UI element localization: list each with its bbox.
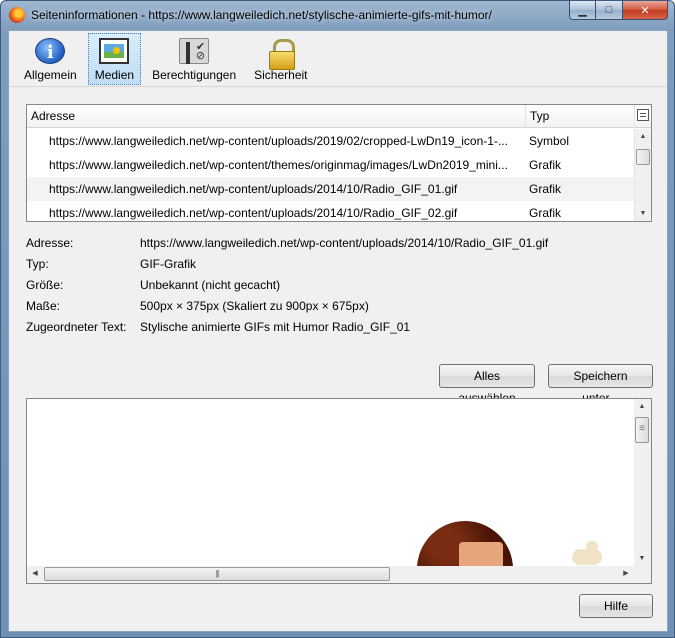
row-type: Symbol	[529, 134, 570, 148]
save-as-button[interactable]: Speichern unter...	[548, 364, 653, 405]
window-title: Seiteninformationen - https://www.langwe…	[31, 8, 492, 22]
scroll-up-icon[interactable]: ▲	[635, 129, 651, 145]
lock-icon	[266, 38, 296, 70]
scroll-right-icon[interactable]: ▶	[618, 566, 634, 582]
preview-bone-shape	[572, 541, 602, 565]
row-type: Grafik	[529, 206, 562, 220]
media-preview[interactable]: ▲ ▼ ◀ ▶	[26, 398, 652, 584]
permissions-icon	[179, 38, 210, 64]
detail-label: Typ:	[26, 257, 49, 271]
minimize-icon: ▁	[578, 4, 587, 17]
detail-label: Größe:	[26, 278, 64, 292]
table-row[interactable]: https://www.langweiledich.net/wp-content…	[27, 153, 635, 177]
row-type: Grafik	[529, 158, 562, 172]
firefox-icon	[9, 7, 25, 23]
column-header-type[interactable]: Typ	[526, 105, 635, 128]
detail-value: Unbekannt (nicht gecacht)	[140, 278, 281, 292]
tab-label: Medien	[94, 68, 135, 82]
media-icon	[99, 38, 130, 64]
detail-value: GIF-Grafik	[140, 257, 196, 271]
detail-label: Maße:	[26, 299, 61, 313]
minimize-button[interactable]: ▁	[569, 1, 596, 20]
scroll-thumb[interactable]	[44, 567, 390, 581]
scroll-thumb[interactable]	[636, 149, 650, 165]
tab-label: Berechtigungen	[152, 68, 237, 82]
row-address: https://www.langweiledich.net/wp-content…	[49, 134, 508, 148]
media-list[interactable]: Adresse Typ https://www.langweiledich.ne…	[26, 104, 652, 222]
preview-vertical-scrollbar[interactable]: ▲ ▼	[634, 399, 651, 567]
select-all-button[interactable]: Alles auswählen	[439, 364, 535, 405]
scroll-left-icon[interactable]: ◀	[27, 566, 43, 582]
close-button[interactable]: ✕	[623, 1, 668, 20]
maximize-icon: □	[605, 4, 613, 16]
window-controls: ▁ □ ✕	[569, 1, 668, 20]
table-row[interactable]: https://www.langweiledich.net/wp-content…	[27, 201, 635, 221]
close-icon: ✕	[640, 4, 650, 17]
tab-label: Sicherheit	[254, 68, 308, 82]
slider-bar	[186, 42, 191, 64]
row-address: https://www.langweiledich.net/wp-content…	[49, 158, 508, 172]
row-address: https://www.langweiledich.net/wp-content…	[49, 182, 458, 196]
tab-label: Allgemein	[24, 68, 77, 82]
tab-berechtigungen[interactable]: Berechtigungen	[145, 33, 243, 85]
detail-row-address: Adresse: https://www.langweiledich.net/w…	[26, 234, 652, 255]
detail-row-alt-text: Zugeordneter Text: Stylische animierte G…	[26, 318, 652, 339]
media-list-rows: https://www.langweiledich.net/wp-content…	[27, 129, 635, 221]
detail-value: https://www.langweiledich.net/wp-content…	[140, 236, 549, 250]
column-header-address[interactable]: Adresse	[27, 105, 526, 128]
table-row[interactable]: https://www.langweiledich.net/wp-content…	[27, 129, 635, 153]
detail-value: 500px × 375px (Skaliert zu 900px × 675px…	[140, 299, 369, 313]
detail-value: Stylische animierte GIFs mit Humor Radio…	[140, 320, 411, 334]
dialog-body: Allgemein Medien Berechtigungen Sicherhe…	[8, 30, 668, 632]
detail-row-dimensions: Maße: 500px × 375px (Skaliert zu 900px ×…	[26, 297, 652, 318]
media-details: Adresse: https://www.langweiledich.net/w…	[26, 234, 652, 339]
tab-allgemein[interactable]: Allgemein	[17, 33, 84, 85]
scroll-corner	[634, 566, 651, 583]
title-bar[interactable]: Seiteninformationen - https://www.langwe…	[1, 1, 674, 29]
media-list-scrollbar[interactable]: ▲ ▼	[634, 129, 651, 221]
row-type: Grafik	[529, 182, 562, 196]
row-address: https://www.langweiledich.net/wp-content…	[49, 206, 458, 220]
tab-toolbar: Allgemein Medien Berechtigungen Sicherhe…	[9, 31, 667, 87]
detail-label: Zugeordneter Text:	[26, 320, 127, 334]
maximize-button[interactable]: □	[596, 1, 623, 20]
scroll-up-icon[interactable]: ▲	[634, 399, 650, 415]
scroll-down-icon[interactable]: ▼	[635, 206, 651, 221]
help-button[interactable]: Hilfe	[579, 594, 653, 618]
info-icon	[35, 38, 66, 64]
scroll-thumb[interactable]	[635, 417, 649, 443]
tab-sicherheit[interactable]: Sicherheit	[247, 33, 314, 85]
detail-row-size: Größe: Unbekannt (nicht gecacht)	[26, 276, 652, 297]
column-picker-icon[interactable]	[637, 109, 649, 121]
table-row-selected[interactable]: https://www.langweiledich.net/wp-content…	[27, 177, 635, 201]
detail-label: Adresse:	[26, 236, 74, 250]
preview-horizontal-scrollbar[interactable]: ◀ ▶	[27, 566, 634, 583]
media-list-header: Adresse Typ	[27, 105, 651, 128]
tab-medien[interactable]: Medien	[87, 33, 142, 85]
detail-row-type: Typ: GIF-Grafik	[26, 255, 652, 276]
scroll-down-icon[interactable]: ▼	[634, 551, 650, 567]
page-info-window: Seiteninformationen - https://www.langwe…	[0, 0, 675, 638]
